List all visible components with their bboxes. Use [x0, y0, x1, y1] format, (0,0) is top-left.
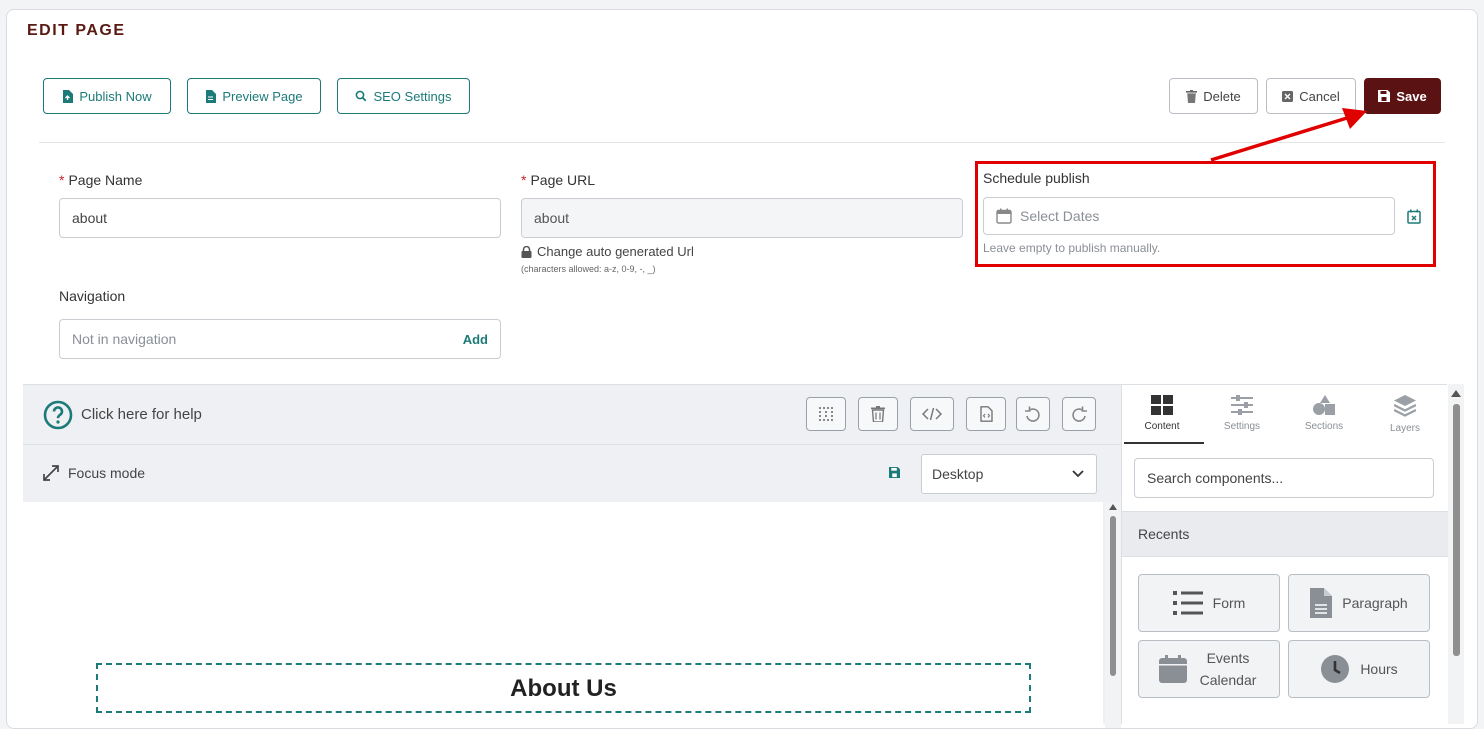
preview-page-label: Preview Page — [222, 88, 303, 104]
page-editor: Click here for help Focus mode Desktop A… — [23, 384, 1121, 728]
active-tab-indicator — [1124, 442, 1204, 444]
seo-settings-button[interactable]: SEO Settings — [337, 78, 470, 114]
navigation-input[interactable]: Not in navigation Add — [59, 319, 501, 359]
list-icon — [1172, 591, 1203, 615]
help-link[interactable]: Click here for help — [81, 406, 202, 423]
chevron-down-icon — [1072, 470, 1084, 478]
annotation-highlight-box — [975, 161, 1436, 267]
canvas-scrollbar[interactable] — [1105, 502, 1121, 728]
publish-now-button[interactable]: Publish Now — [43, 78, 171, 114]
grid-icon — [1151, 395, 1173, 415]
file-text-icon — [206, 89, 217, 103]
publish-file-icon — [63, 89, 74, 103]
tab-sections[interactable]: Sections — [1284, 395, 1364, 432]
navigation-label: Navigation — [59, 288, 126, 304]
lock-icon — [521, 245, 532, 258]
page-name-label: * Page Name — [59, 172, 143, 188]
undo-icon — [1025, 406, 1040, 422]
save-label: Save — [1396, 88, 1427, 104]
grid-dotted-icon — [819, 407, 833, 421]
component-paragraph[interactable]: Paragraph — [1288, 574, 1430, 632]
help-circle-icon[interactable] — [43, 400, 73, 430]
code-view-button[interactable] — [910, 397, 954, 431]
page-url-label: * Page URL — [521, 172, 596, 188]
import-code-button[interactable] — [966, 397, 1006, 431]
panel-scrollbar-thumb[interactable] — [1453, 404, 1460, 656]
tab-content[interactable]: Content — [1122, 395, 1204, 444]
page-title: EDIT PAGE — [27, 22, 126, 39]
navigation-add-button[interactable]: Add — [463, 332, 488, 347]
canvas-scrollbar-thumb[interactable] — [1110, 516, 1116, 676]
editor-subtoolbar: Focus mode Desktop — [23, 445, 1121, 502]
canvas-heading-block[interactable]: About Us — [96, 663, 1031, 713]
clock-icon — [1321, 655, 1350, 683]
trash-icon — [871, 406, 885, 422]
components-panel: Content Settings Sections Layers Search … — [1121, 384, 1448, 724]
expand-icon[interactable] — [42, 464, 60, 482]
sliders-icon — [1231, 395, 1253, 415]
shapes-icon — [1313, 395, 1335, 415]
annotation-arrow-icon — [1210, 108, 1367, 162]
tab-settings[interactable]: Settings — [1202, 395, 1282, 432]
editor-toolbar: Click here for help — [23, 385, 1121, 445]
preview-page-button[interactable]: Preview Page — [187, 78, 321, 114]
trash-icon — [1186, 89, 1198, 103]
floppy-disk-icon[interactable] — [889, 467, 900, 478]
code-icon — [922, 407, 942, 421]
file-code-icon — [979, 406, 993, 422]
redo-button[interactable] — [1062, 397, 1096, 431]
chars-allowed-note: (characters allowed: a-z, 0-9, -, _) — [521, 264, 656, 274]
tab-layers[interactable]: Layers — [1365, 395, 1445, 434]
component-events-calendar[interactable]: Events Calendar — [1138, 640, 1280, 698]
component-hours[interactable]: Hours — [1288, 640, 1430, 698]
component-form[interactable]: Form — [1138, 574, 1280, 632]
page-url-input: about — [521, 198, 963, 238]
undo-button[interactable] — [1016, 397, 1050, 431]
panel-scrollbar[interactable] — [1448, 384, 1464, 724]
clear-canvas-button[interactable] — [858, 397, 898, 431]
focus-mode-toggle[interactable]: Focus mode — [68, 465, 145, 481]
search-icon — [356, 90, 367, 102]
edit-page-card: EDIT PAGE Publish Now Preview Page SEO S… — [6, 9, 1478, 729]
document-icon — [1310, 588, 1333, 618]
redo-icon — [1072, 406, 1087, 422]
floppy-disk-icon — [1378, 90, 1391, 102]
component-search-input[interactable]: Search components... — [1134, 458, 1434, 498]
toggle-borders-button[interactable] — [806, 397, 846, 431]
recents-header[interactable]: Recents — [1122, 511, 1448, 557]
device-select[interactable]: Desktop — [921, 454, 1097, 494]
page-name-input[interactable]: about — [59, 198, 501, 238]
scroll-up-icon[interactable] — [1109, 504, 1117, 510]
scroll-up-icon[interactable] — [1451, 390, 1461, 397]
editor-canvas[interactable]: About Us — [23, 502, 1103, 728]
seo-settings-label: SEO Settings — [373, 88, 452, 104]
calendar-icon — [1159, 655, 1187, 683]
layers-icon — [1394, 395, 1416, 417]
publish-now-label: Publish Now — [79, 88, 152, 104]
change-url-link[interactable]: Change auto generated Url — [521, 244, 694, 259]
